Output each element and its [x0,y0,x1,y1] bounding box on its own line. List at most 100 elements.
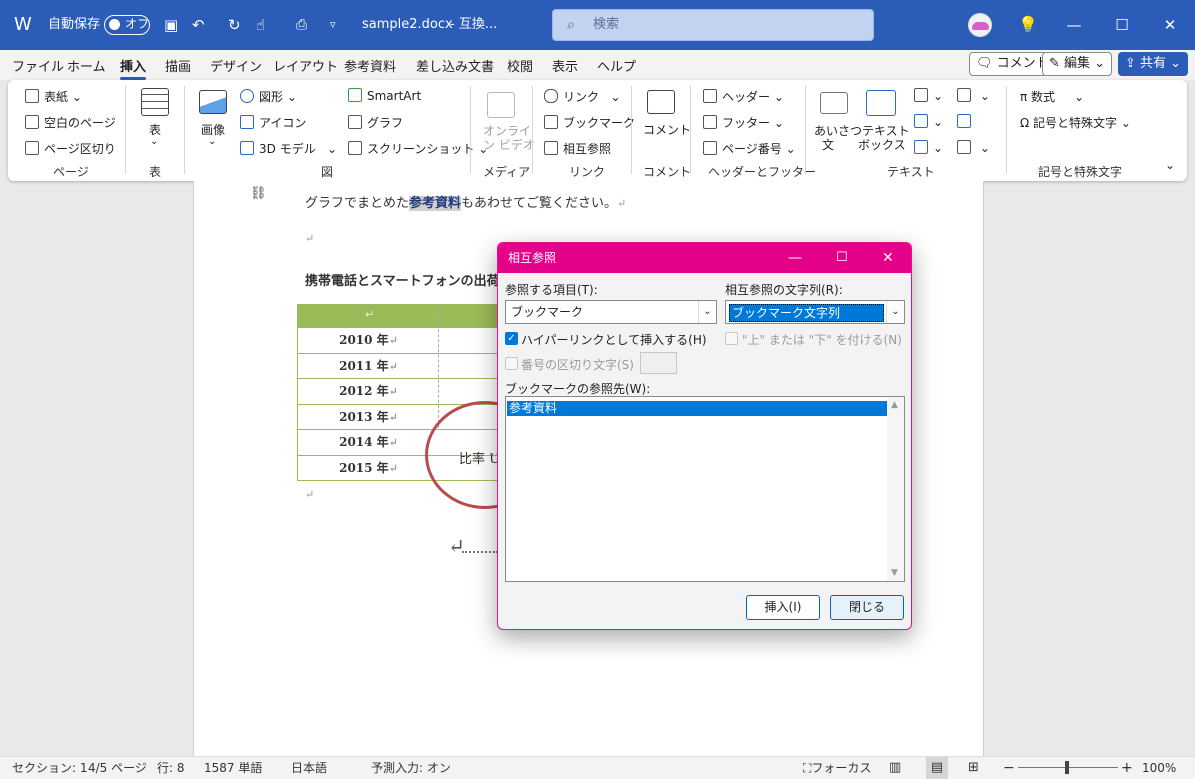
blank-page-button[interactable]: 空白のページ [25,114,116,131]
online-video-icon[interactable] [487,92,515,118]
chart-button[interactable]: グラフ [348,114,403,131]
tab-insert[interactable]: 挿入 [120,56,147,80]
picture-icon[interactable] [199,90,227,114]
scroll-up-icon[interactable]: ▲ [891,400,898,410]
page-number-button[interactable]: ページ番号 ⌄ [703,140,796,157]
group-divider [125,86,126,174]
zoom-out-button[interactable]: − [1003,757,1015,779]
ribbon-collapse-icon[interactable]: ⌄ [1165,158,1175,172]
focus-button[interactable]: ⛶フォーカス [803,757,871,779]
link-button[interactable]: リンク ⌄ [544,88,621,105]
status-line[interactable]: 行: 8 [157,757,185,779]
comment-icon: 🗨 [976,56,997,71]
reference-type-dropdown[interactable]: ブックマーク ⌄ [505,300,717,324]
quick-parts-button[interactable]: ⌄ [914,88,943,103]
bookmarked-text[interactable]: 参考資料 [409,196,462,211]
new-comment-label[interactable]: コメント [643,121,691,138]
title-bar: W 自動保存 オフ ▣ ↶ ↻ ☝ ⎙ ▿ sample2.docx - 互換.… [0,0,1195,50]
compat-mode-label[interactable]: - 互換... [450,0,497,50]
cross-reference-button[interactable]: 相互参照 [544,140,611,157]
wordart-button[interactable]: ⌄ [914,114,943,129]
symbol-button[interactable]: Ω 記号と特殊文字 ⌄ [1020,114,1131,131]
insert-reference-dropdown[interactable]: ブックマーク文字列 ⌄ [725,300,905,324]
document-title[interactable]: sample2.docx [362,0,453,50]
list-item[interactable]: 参考資料 [507,401,887,416]
lightbulb-icon[interactable]: 💡 [1018,0,1038,50]
autosave-toggle[interactable]: オフ [104,15,150,35]
zoom-level[interactable]: 100% [1142,757,1176,779]
tab-home[interactable]: ホーム [67,56,106,75]
undo-icon[interactable]: ↶ [192,0,205,50]
separator-input[interactable] [640,352,677,374]
tab-file[interactable]: ファイル [12,56,64,75]
status-page[interactable]: 4/5 ページ [88,757,147,779]
scroll-down-icon[interactable]: ▼ [891,568,898,578]
print-layout-icon[interactable]: ▤ [926,757,948,779]
footer-icon [703,115,717,129]
page-break-button[interactable]: ページ区切り [25,140,116,157]
dialog-maximize-button[interactable]: ☐ [836,243,848,273]
drop-cap-button[interactable]: ⌄ [914,140,943,155]
tab-draw[interactable]: 描画 [165,56,191,75]
tab-help[interactable]: ヘルプ [597,56,636,75]
dialog-title-bar[interactable]: 相互参照 — ☐ ✕ [498,243,911,273]
cover-page-icon [25,89,39,103]
status-language[interactable]: 日本語 [291,757,327,779]
zoom-in-button[interactable]: + [1121,757,1133,779]
close-button[interactable]: ✕ [1146,0,1194,50]
insert-button[interactable]: 挿入(I) [746,595,820,620]
above-below-checkbox[interactable] [725,332,738,345]
smartart-button[interactable]: SmartArt [348,88,421,103]
drop-cap-icon [914,140,928,154]
text-box-icon[interactable] [866,90,896,116]
maximize-button[interactable]: ☐ [1098,0,1146,50]
screenshot-button[interactable]: スクリーンショット ⌄ [348,140,488,157]
tab-design[interactable]: デザイン [210,56,262,75]
quick-print-icon[interactable]: ⎙ [296,0,307,50]
customize-qat-icon[interactable]: ▿ [330,0,336,50]
object-button[interactable]: ⌄ [957,140,990,155]
editing-mode-label: 編集 [1064,56,1091,71]
bookmark-listbox[interactable]: 参考資料 ▲ ▼ [505,396,905,582]
signature-line-button[interactable]: ⌄ [957,88,990,103]
equation-button[interactable]: π 数式 ⌄ [1020,88,1084,105]
separator-checkbox[interactable] [505,357,518,370]
dialog-close-button[interactable]: ✕ [882,243,894,273]
editing-mode-button[interactable]: ✎ 編集 ⌄ [1042,52,1113,76]
status-word-count[interactable]: 1587 単語 [204,757,262,779]
dialog-minimize-button[interactable]: — [788,243,802,273]
read-mode-icon[interactable]: ▥ [889,757,901,779]
listbox-scrollbar[interactable]: ▲ ▼ [887,397,904,581]
cover-page-button[interactable]: 表紙 ⌄ [25,88,82,105]
table-icon[interactable] [141,88,169,116]
tab-mailings[interactable]: 差し込み文書 [416,56,494,75]
web-layout-icon[interactable]: ⊞ [968,757,979,779]
tab-layout[interactable]: レイアウト [273,56,338,75]
footer-button[interactable]: フッター ⌄ [703,114,784,131]
bookmark-button[interactable]: ブックマーク [544,114,635,131]
redo-icon[interactable]: ↻ [228,0,241,50]
header-button[interactable]: ヘッダー ⌄ [703,88,784,105]
share-button[interactable]: ⇪ 共有 ⌄ [1118,52,1189,76]
greeting-icon[interactable] [820,92,848,114]
status-section[interactable]: セクション: 1 [12,757,88,779]
tab-references[interactable]: 参考資料 [344,56,396,75]
minimize-button[interactable]: — [1050,0,1098,50]
3d-models-button[interactable]: 3D モデル ⌄ [240,140,337,157]
word-app-icon: W [14,14,32,35]
touch-mode-icon[interactable]: ☝ [256,0,265,50]
search-box[interactable]: ⌕ 検索 [552,9,874,41]
above-below-checkbox-label: "上" または "下" を付ける(N) [742,333,902,347]
status-predictive-input[interactable]: 予測入力: オン [371,757,451,779]
icons-button[interactable]: アイコン [240,114,306,131]
shapes-button[interactable]: 図形 ⌄ [240,88,297,105]
new-comment-icon[interactable] [647,90,675,114]
avatar[interactable] [968,13,992,37]
tab-view[interactable]: 表示 [552,56,578,75]
close-dialog-button[interactable]: 閉じる [830,595,904,620]
zoom-slider-thumb[interactable] [1065,761,1069,774]
tab-review[interactable]: 校閲 [507,56,533,75]
save-icon[interactable]: ▣ [164,0,178,50]
date-time-button[interactable] [957,114,976,129]
hyperlink-checkbox[interactable]: ✓ [505,332,518,345]
